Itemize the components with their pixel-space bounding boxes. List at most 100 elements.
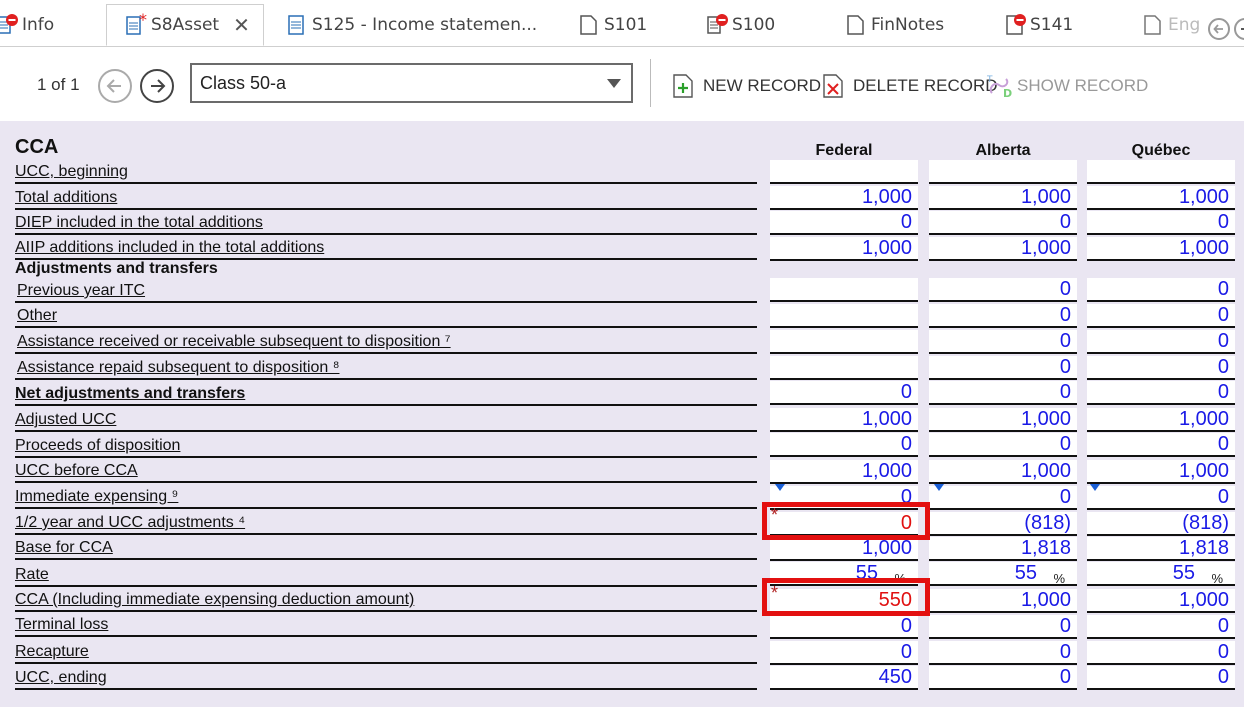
field-quebec[interactable]: 0	[1087, 330, 1235, 354]
field-quebec[interactable]: 0	[1087, 356, 1235, 380]
field-alberta[interactable]	[929, 160, 1077, 184]
tab-bar: Info * S8Asset ✕ S125 - Income statemen.…	[0, 0, 1244, 47]
tab-finnotes[interactable]: FinNotes	[845, 4, 944, 46]
field-federal[interactable]: 0	[770, 381, 918, 405]
show-record-label: SHOW RECORD	[1017, 76, 1149, 95]
field-alberta[interactable]: 1,000	[929, 237, 1077, 261]
next-record-button[interactable]	[140, 69, 174, 103]
field-value: 1,000	[1178, 237, 1229, 259]
class-select[interactable]: Class 50-a	[190, 63, 633, 103]
field-federal[interactable]	[770, 330, 918, 354]
field-quebec[interactable]: 0	[1087, 381, 1235, 405]
row-underline	[15, 233, 757, 235]
field-quebec[interactable]: 1,818	[1087, 537, 1235, 561]
field-alberta[interactable]: 1,000	[929, 408, 1077, 432]
field-value: 0	[1059, 486, 1071, 508]
tab-label: S101	[604, 15, 648, 35]
field-alberta[interactable]: 1,818	[929, 537, 1077, 561]
field-alberta[interactable]: 0	[929, 433, 1077, 457]
field-quebec[interactable]: 0	[1087, 666, 1235, 690]
field-quebec[interactable]: 0	[1087, 641, 1235, 665]
field-value: 1,000	[1020, 237, 1071, 259]
tab-scroll-left-icon[interactable]	[1208, 18, 1230, 40]
field-alberta[interactable]: 1,000	[929, 589, 1077, 613]
previous-record-button[interactable]	[98, 69, 132, 103]
field-federal[interactable]: 1,000	[770, 237, 918, 261]
field-federal[interactable]: 0	[770, 433, 918, 457]
field-quebec[interactable]: 1,000	[1087, 408, 1235, 432]
field-quebec[interactable]: 0	[1087, 278, 1235, 302]
row-label: Previous year ITC	[17, 282, 146, 299]
field-federal[interactable]: 1,000	[770, 460, 918, 484]
field-alberta[interactable]: 1,000	[929, 460, 1077, 484]
field-alberta[interactable]: 0	[929, 211, 1077, 235]
field-quebec[interactable]: (818)	[1087, 512, 1235, 536]
field-value: (818)	[1182, 512, 1229, 534]
field-quebec[interactable]: 0	[1087, 304, 1235, 328]
field-alberta[interactable]: (818)	[929, 512, 1077, 536]
field-federal[interactable]: 0	[770, 615, 918, 639]
field-quebec[interactable]: 0	[1087, 615, 1235, 639]
dropdown-indicator-icon[interactable]	[1090, 484, 1100, 491]
field-federal[interactable]	[770, 160, 918, 184]
tab-s125[interactable]: S125 - Income statemen...	[286, 4, 537, 46]
field-alberta[interactable]: 0	[929, 666, 1077, 690]
field-federal[interactable]	[770, 278, 918, 302]
field-value: 0	[1059, 615, 1071, 637]
field-alberta[interactable]: 0	[929, 330, 1077, 354]
field-federal[interactable]: 0	[770, 641, 918, 665]
field-value: 55	[1172, 562, 1195, 584]
row-underline	[15, 301, 757, 303]
field-value: (818)	[1024, 512, 1071, 534]
field-alberta[interactable]: 0	[929, 486, 1077, 510]
field-federal[interactable]: 0	[770, 211, 918, 235]
field-quebec[interactable]: 1,000	[1087, 186, 1235, 210]
field-federal[interactable]	[770, 356, 918, 380]
row-underline	[15, 507, 757, 509]
field-value: 0	[1217, 381, 1229, 403]
field-alberta[interactable]: 0	[929, 304, 1077, 328]
field-alberta[interactable]: 0	[929, 615, 1077, 639]
field-alberta[interactable]: 0	[929, 381, 1077, 405]
field-quebec[interactable]: 55%	[1087, 562, 1235, 586]
dropdown-indicator-icon[interactable]	[775, 484, 785, 491]
field-federal[interactable]	[770, 304, 918, 328]
field-value: 1,000	[861, 237, 912, 259]
row-label: Immediate expensing ⁹	[15, 488, 179, 505]
field-alberta[interactable]: 0	[929, 278, 1077, 302]
field-quebec[interactable]	[1087, 160, 1235, 184]
field-quebec[interactable]: 0	[1087, 211, 1235, 235]
field-quebec[interactable]: 0	[1087, 486, 1235, 510]
new-document-icon	[672, 73, 694, 99]
field-alberta[interactable]: 1,000	[929, 186, 1077, 210]
tab-s141[interactable]: S141	[1004, 4, 1073, 46]
tab-eng[interactable]: Eng	[1142, 4, 1200, 46]
field-alberta[interactable]: 0	[929, 356, 1077, 380]
field-value: 0	[1059, 278, 1071, 300]
dropdown-indicator-icon[interactable]	[934, 484, 944, 491]
tab-scroll-right-icon[interactable]	[1234, 18, 1244, 40]
field-federal[interactable]: 1,000	[770, 408, 918, 432]
tab-info[interactable]: Info	[0, 4, 54, 46]
tab-s101[interactable]: S101	[578, 4, 647, 46]
field-federal[interactable]: 450	[770, 666, 918, 690]
field-quebec[interactable]: 0	[1087, 433, 1235, 457]
close-icon[interactable]: ✕	[233, 13, 250, 37]
show-record-button[interactable]: TD SHOW RECORD	[986, 73, 1149, 100]
tab-s8asset[interactable]: * S8Asset ✕	[106, 4, 264, 46]
field-quebec[interactable]: 1,000	[1087, 589, 1235, 613]
field-alberta[interactable]: 55%	[929, 562, 1077, 586]
field-federal[interactable]: 1,000	[770, 186, 918, 210]
column-header-federal: Federal	[815, 142, 873, 159]
delete-record-button[interactable]: DELETE RECORD	[822, 73, 998, 99]
field-quebec[interactable]: 1,000	[1087, 237, 1235, 261]
field-value: 0	[1059, 666, 1071, 688]
field-value: 0	[1217, 356, 1229, 378]
field-quebec[interactable]: 1,000	[1087, 460, 1235, 484]
field-federal[interactable]: 1,000	[770, 537, 918, 561]
row-label: AIIP additions included in the total add…	[15, 239, 325, 256]
tab-s100[interactable]: S100	[706, 4, 775, 46]
field-alberta[interactable]: 0	[929, 641, 1077, 665]
chevron-down-icon	[607, 79, 621, 88]
new-record-button[interactable]: NEW RECORD	[672, 73, 821, 99]
